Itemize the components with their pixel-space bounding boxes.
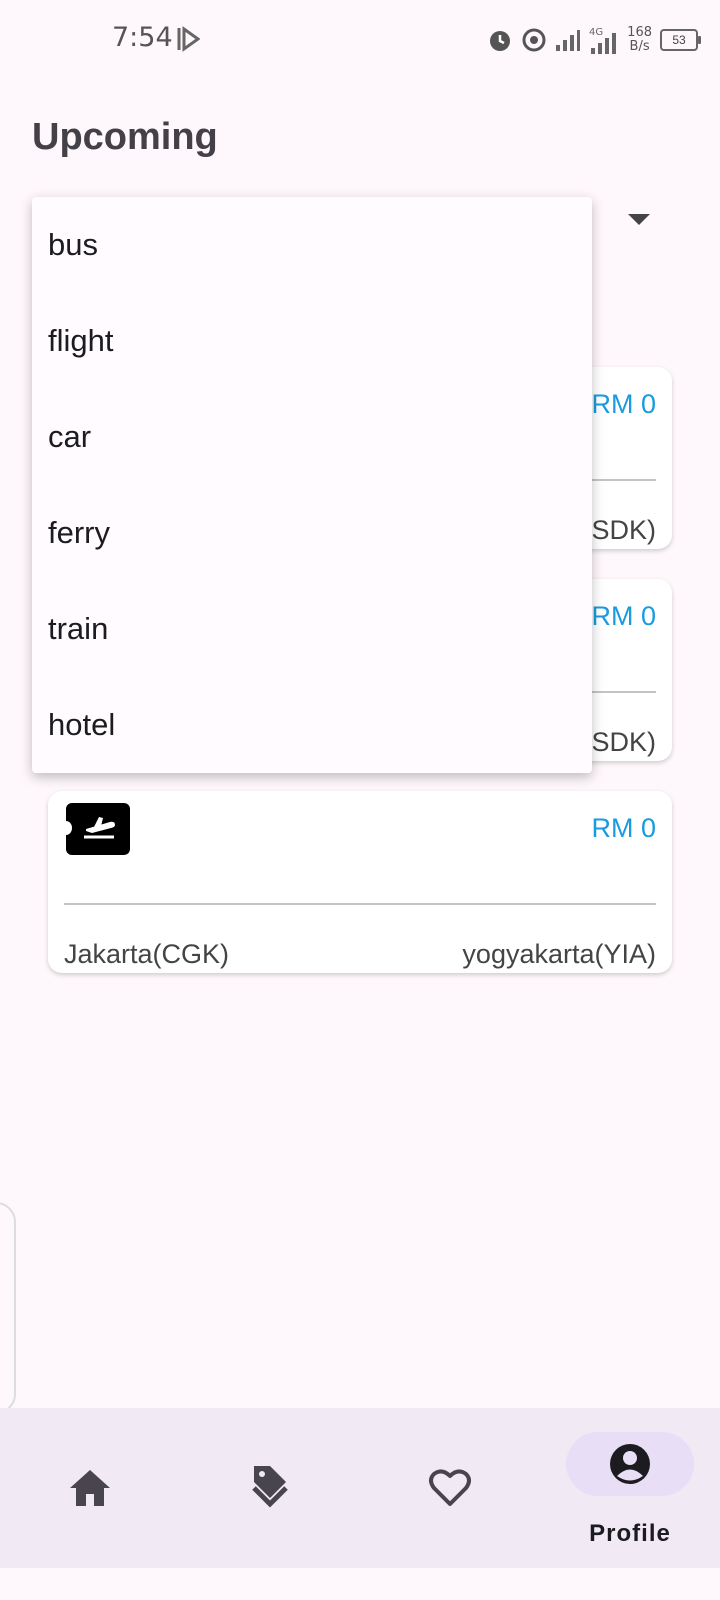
side-drawer-handle[interactable] — [0, 1202, 16, 1414]
net-speed: 168 B/s — [627, 25, 652, 54]
tags-icon — [252, 1466, 288, 1508]
destination: SDK) — [591, 727, 656, 757]
origin: Jakarta(CGK) — [64, 939, 230, 969]
menu-item-bus[interactable]: bus — [32, 197, 592, 293]
flight-ticket-icon — [60, 803, 130, 855]
menu-item-flight[interactable]: flight — [32, 293, 592, 389]
nav-favorites[interactable] — [360, 1408, 540, 1568]
menu-item-car[interactable]: car — [32, 389, 592, 485]
destination: SDK) — [591, 515, 656, 545]
price: RM 0 — [591, 389, 656, 419]
booking-card[interactable]: RM 0 Jakarta(CGK) yogyakarta(YIA) — [48, 791, 672, 973]
play-store-icon — [177, 26, 200, 52]
battery-icon: 53 — [660, 29, 701, 51]
price: RM 0 — [591, 601, 656, 631]
clock: 7:54 — [112, 22, 173, 53]
heart-icon — [429, 1469, 471, 1506]
signal-4g-icon: 4G — [589, 27, 617, 54]
status-bar: 7:54 4G 168 B/s 53 — [0, 0, 720, 80]
dropdown-arrow-icon[interactable] — [628, 214, 650, 225]
hotspot-icon — [522, 28, 546, 52]
signal-icon — [556, 30, 581, 51]
nav-profile-label: Profile — [589, 1520, 671, 1547]
account-circle-icon — [610, 1444, 650, 1484]
nav-home[interactable] — [0, 1408, 180, 1568]
nav-profile[interactable]: Profile — [540, 1408, 720, 1568]
page-title: Upcoming — [32, 116, 218, 158]
price: RM 0 — [591, 813, 656, 843]
nav-deals[interactable] — [180, 1408, 360, 1568]
menu-item-hotel[interactable]: hotel — [32, 677, 592, 773]
transport-type-menu: bus flight car ferry train hotel — [32, 197, 592, 773]
status-icons: 4G 168 B/s 53 — [487, 22, 701, 58]
menu-item-train[interactable]: train — [32, 581, 592, 677]
alarm-icon — [490, 31, 511, 51]
menu-item-ferry[interactable]: ferry — [32, 485, 592, 581]
home-icon — [70, 1470, 110, 1506]
bottom-navigation: Profile — [0, 1408, 720, 1568]
svg-text:4G: 4G — [589, 27, 603, 38]
divider — [64, 903, 656, 905]
destination: yogyakarta(YIA) — [462, 939, 656, 969]
